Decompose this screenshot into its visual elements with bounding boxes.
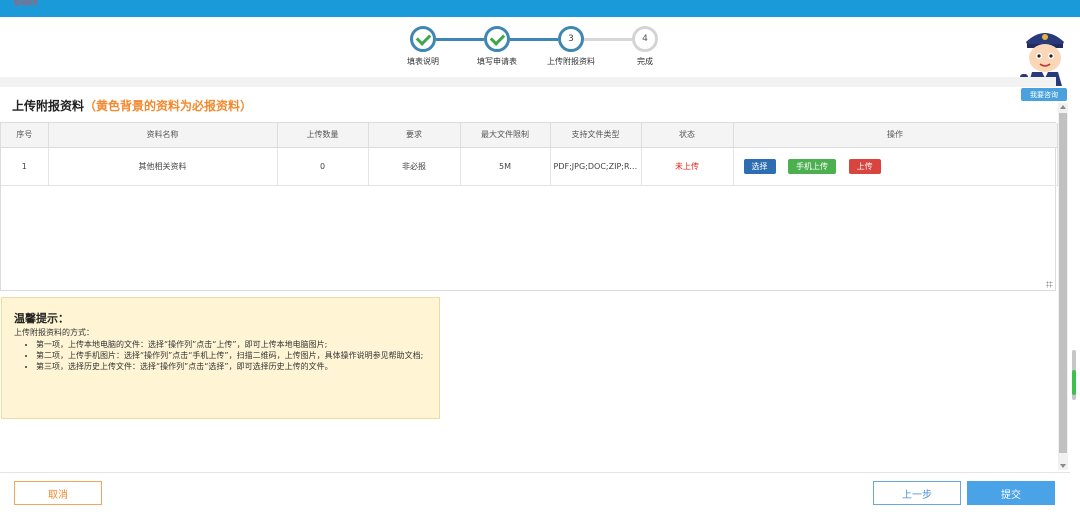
cell-count: 0 bbox=[277, 147, 369, 186]
step-3-number: 3 bbox=[568, 34, 574, 44]
resize-grip-icon[interactable] bbox=[1046, 281, 1053, 288]
tips-title: 温馨提示： bbox=[14, 312, 69, 325]
col-header-count: 上传数量 bbox=[277, 123, 369, 148]
attachments-table: 序号 资料名称 上传数量 要求 最大文件限制 支持文件类型 状态 操作 1 其他… bbox=[1, 123, 1058, 186]
step-1-check-icon bbox=[410, 26, 436, 52]
consult-button[interactable]: 我要咨询 bbox=[1021, 88, 1067, 101]
vertical-scrollbar[interactable] bbox=[1058, 103, 1068, 470]
step-2-check-icon bbox=[484, 26, 510, 52]
cancel-button[interactable]: 取消 bbox=[14, 481, 102, 505]
section-title-text: 上传附报资料 bbox=[12, 99, 85, 113]
section-divider bbox=[0, 77, 1056, 87]
col-header-file-types: 支持文件类型 bbox=[550, 123, 642, 148]
section-title: 上传附报资料（黄色背景的资料为必报资料） bbox=[12, 97, 252, 114]
cell-index: 1 bbox=[1, 147, 49, 186]
cell-max-size: 5M bbox=[460, 147, 551, 186]
tip-item: 第二项，上传手机图片：选择“操作列”点击“手机上传”，扫描二维码，上传图片，具体… bbox=[36, 350, 427, 361]
scroll-down-arrow-icon[interactable] bbox=[1060, 464, 1066, 468]
col-header-max-size: 最大文件限制 bbox=[460, 123, 551, 148]
cell-file-types: PDF;JPG;DOC;ZIP;RAR bbox=[550, 147, 642, 186]
cell-name: 其他相关资料 bbox=[48, 147, 278, 186]
table-row: 1 其他相关资料 0 非必报 5M PDF;JPG;DOC;ZIP;RAR 未上… bbox=[1, 147, 1058, 186]
step-4-label: 完成 bbox=[637, 57, 653, 66]
step-connector-2 bbox=[510, 38, 558, 41]
col-header-requirement: 要求 bbox=[368, 123, 461, 148]
table-header-row: 序号 资料名称 上传数量 要求 最大文件限制 支持文件类型 状态 操作 bbox=[1, 123, 1058, 148]
tip-item: 第一项，上传本地电脑的文件：选择“操作列”点击“上传”，即可上传本地电脑图片; bbox=[36, 339, 427, 350]
step-connector-1 bbox=[436, 38, 484, 41]
cell-actions: 选择 手机上传 上传 bbox=[733, 147, 1058, 186]
col-header-status: 状态 bbox=[641, 123, 734, 148]
side-indicator-active bbox=[1072, 370, 1076, 395]
cell-status: 未上传 bbox=[641, 147, 734, 186]
top-header-bar: 智慧税务 bbox=[0, 0, 1080, 17]
upload-button[interactable]: 上传 bbox=[848, 158, 881, 174]
footer-bar: 取消 上一步 提交 bbox=[0, 472, 1070, 512]
submit-button[interactable]: 提交 bbox=[967, 481, 1055, 505]
attachments-table-container: 序号 资料名称 上传数量 要求 最大文件限制 支持文件类型 状态 操作 1 其他… bbox=[0, 122, 1058, 291]
tips-list: 第一项，上传本地电脑的文件：选择“操作列”点击“上传”，即可上传本地电脑图片; … bbox=[36, 339, 427, 372]
brand-logo-text: 智慧税务 bbox=[14, 0, 39, 7]
select-button[interactable]: 选择 bbox=[743, 158, 776, 174]
step-connector-3 bbox=[584, 38, 632, 41]
cell-requirement: 非必报 bbox=[368, 147, 461, 186]
col-header-name: 资料名称 bbox=[48, 123, 278, 148]
step-4-circle: 4 bbox=[632, 26, 658, 52]
step-3-label: 上传附报资料 bbox=[547, 57, 595, 66]
progress-steps: 填表说明 填写申请表 3 上传附报资料 4 完成 bbox=[0, 22, 1080, 72]
mobile-upload-button[interactable]: 手机上传 bbox=[788, 158, 837, 174]
step-4-number: 4 bbox=[642, 34, 648, 44]
step-3-circle: 3 bbox=[558, 26, 584, 52]
tips-subtitle: 上传附报资料的方式： bbox=[14, 328, 94, 337]
col-header-actions: 操作 bbox=[733, 123, 1058, 148]
scroll-thumb[interactable] bbox=[1059, 113, 1067, 453]
step-1-label: 填表说明 bbox=[407, 57, 439, 66]
step-2-label: 填写申请表 bbox=[477, 57, 517, 66]
col-header-index: 序号 bbox=[1, 123, 49, 148]
section-required-note: （黄色背景的资料为必报资料） bbox=[84, 99, 253, 113]
previous-step-button[interactable]: 上一步 bbox=[873, 481, 961, 505]
tips-box: 温馨提示： 上传附报资料的方式： 第一项，上传本地电脑的文件：选择“操作列”点击… bbox=[1, 297, 440, 419]
scroll-up-arrow-icon[interactable] bbox=[1060, 105, 1066, 109]
tip-item: 第三项，选择历史上传文件：选择“操作列”点击“选择”，即可选择历史上传的文件。 bbox=[36, 361, 427, 372]
